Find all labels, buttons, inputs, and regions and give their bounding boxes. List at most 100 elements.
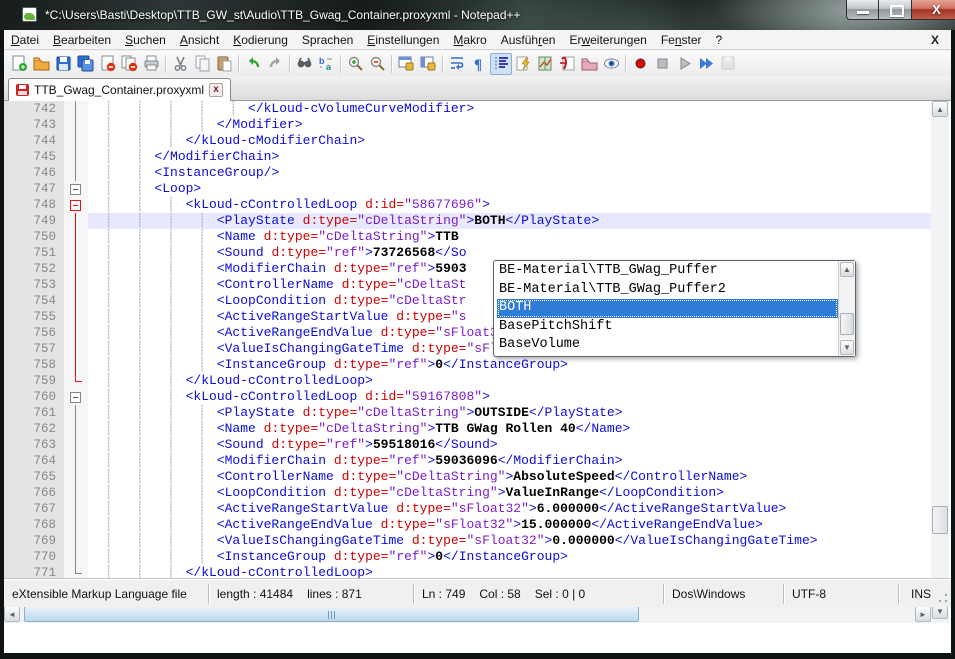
code-text[interactable]: <ValueIsChangingGateTime d:type="sFloat3… <box>88 533 931 549</box>
code-text[interactable]: <LoopCondition d:type="cDeltaString">Val… <box>88 485 931 501</box>
code-line-759[interactable]: 759 </kLoud-cControlledLoop> <box>4 373 931 389</box>
copy-icon[interactable] <box>191 53 213 75</box>
document-map-icon[interactable] <box>534 53 556 75</box>
code-text[interactable]: </kLoud-cModifierChain> <box>88 133 931 149</box>
open-folder-icon[interactable] <box>30 53 52 75</box>
autocomplete-list[interactable]: BE-Material\TTB_GWag_PufferBE-Material\T… <box>494 261 838 356</box>
code-text[interactable]: <InstanceGroup d:type="ref">0</InstanceG… <box>88 357 931 373</box>
autocomplete-scroll-thumb[interactable] <box>840 313 854 335</box>
code-text[interactable]: <ModifierChain d:type="ref">59036096</Mo… <box>88 453 931 469</box>
code-line-767[interactable]: 767 <ActiveRangeStartValue d:type="sFloa… <box>4 501 931 517</box>
autocomplete-item[interactable]: BE-Material\TTB_GWag_Puffer <box>497 262 838 281</box>
title-bar[interactable]: *C:\Users\Basti\Desktop\TTB_GW_st\Audio\… <box>0 0 955 30</box>
code-text[interactable]: <InstanceGroup/> <box>88 165 931 181</box>
restore-button[interactable] <box>879 0 912 20</box>
code-line-745[interactable]: 745 </ModifierChain> <box>4 149 931 165</box>
macro-record-icon[interactable] <box>629 53 651 75</box>
menu-item-fenster[interactable]: Fenster <box>654 30 709 50</box>
menu-item-ansicht[interactable]: Ansicht <box>173 30 226 50</box>
save-icon[interactable] <box>52 53 74 75</box>
code-line-743[interactable]: 743 </Modifier> <box>4 117 931 133</box>
scroll-right-icon[interactable]: ► <box>915 606 931 622</box>
status-eol-format[interactable]: Dos\Windows <box>664 584 784 604</box>
code-text[interactable]: </kLoud-cVolumeCurveModifier> <box>88 101 931 117</box>
code-text[interactable]: <PlayState d:type="cDeltaString">OUTSIDE… <box>88 405 931 421</box>
menu-item-suchen[interactable]: Suchen <box>118 30 173 50</box>
code-line-770[interactable]: 770 <InstanceGroup d:type="ref">0</Insta… <box>4 549 931 565</box>
autocomplete-item[interactable]: BOTH <box>497 299 838 318</box>
macro-save-icon[interactable] <box>717 53 739 75</box>
code-text[interactable]: <InstanceGroup d:type="ref">0</InstanceG… <box>88 549 931 565</box>
code-line-763[interactable]: 763 <Sound d:type="ref">59518016</Sound> <box>4 437 931 453</box>
code-line-765[interactable]: 765 <ControllerName d:type="cDeltaString… <box>4 469 931 485</box>
code-line-742[interactable]: 742 </kLoud-cVolumeCurveModifier> <box>4 101 931 117</box>
code-line-768[interactable]: 768 <ActiveRangeEndValue d:type="sFloat3… <box>4 517 931 533</box>
show-all-characters-icon[interactable]: ¶ <box>468 53 490 75</box>
code-line-751[interactable]: 751 <Sound d:type="ref">73726568</So <box>4 245 931 261</box>
code-line-749[interactable]: 749 <PlayState d:type="cDeltaString">BOT… <box>4 213 931 229</box>
code-line-747[interactable]: 747 <Loop> <box>4 181 931 197</box>
new-file-icon[interactable] <box>8 53 30 75</box>
code-line-766[interactable]: 766 <LoopCondition d:type="cDeltaString"… <box>4 485 931 501</box>
paste-icon[interactable] <box>213 53 235 75</box>
editor-pane[interactable]: 742 </kLoud-cVolumeCurveModifier>743 </M… <box>4 101 951 653</box>
code-line-746[interactable]: 746 <InstanceGroup/> <box>4 165 931 181</box>
code-line-762[interactable]: 762 <Name d:type="cDeltaString">TTB GWag… <box>4 421 931 437</box>
tab-active[interactable]: TTB_Gwag_Container.proxyxml x <box>8 78 231 101</box>
code-text[interactable]: <kLoud-cControlledLoop d:id="59167808"> <box>88 389 931 405</box>
menu-item-sprachen[interactable]: Sprachen <box>295 30 360 50</box>
autocomplete-dropdown[interactable]: BE-Material\TTB_GWag_PufferBE-Material\T… <box>493 260 856 357</box>
code-line-748[interactable]: 748 <kLoud-cControlledLoop d:id="5867769… <box>4 197 931 213</box>
resize-grip-icon[interactable] <box>937 592 949 604</box>
code-text[interactable]: <Loop> <box>88 181 931 197</box>
fold-collapse-icon[interactable] <box>70 200 81 211</box>
code-line-764[interactable]: 764 <ModifierChain d:type="ref">59036096… <box>4 453 931 469</box>
scroll-down-icon[interactable]: ▼ <box>840 340 854 355</box>
fold-collapse-icon[interactable] <box>70 392 81 403</box>
document-monitor-icon[interactable] <box>600 53 622 75</box>
code-text[interactable]: <Sound d:type="ref">59518016</Sound> <box>88 437 931 453</box>
code-line-769[interactable]: 769 <ValueIsChangingGateTime d:type="sFl… <box>4 533 931 549</box>
word-wrap-icon[interactable] <box>446 53 468 75</box>
undo-icon[interactable] <box>242 53 264 75</box>
autocomplete-item[interactable]: BaseVolume <box>497 336 838 355</box>
autocomplete-scrollbar[interactable]: ▲ ▼ <box>838 261 855 356</box>
menu-item-ausfhren[interactable]: Ausführen <box>494 30 563 50</box>
menu-item-kodierung[interactable]: Kodierung <box>226 30 295 50</box>
menu-item-?[interactable]: ? <box>709 30 730 50</box>
vertical-scroll-thumb[interactable] <box>932 506 948 534</box>
code-line-758[interactable]: 758 <InstanceGroup d:type="ref">0</Insta… <box>4 357 931 373</box>
sync-horizontal-icon[interactable] <box>417 53 439 75</box>
code-line-761[interactable]: 761 <PlayState d:type="cDeltaString">OUT… <box>4 405 931 421</box>
code-text[interactable]: <ControllerName d:type="cDeltaString">Ab… <box>88 469 931 485</box>
close-file-icon[interactable] <box>96 53 118 75</box>
code-text[interactable]: <Name d:type="cDeltaString">TTB <box>88 229 931 245</box>
status-encoding[interactable]: UTF-8 <box>784 584 899 604</box>
redo-icon[interactable] <box>264 53 286 75</box>
menu-item-bearbeiten[interactable]: Bearbeiten <box>46 30 118 50</box>
save-all-icon[interactable] <box>74 53 96 75</box>
find-icon[interactable] <box>293 53 315 75</box>
code-line-750[interactable]: 750 <Name d:type="cDeltaString">TTB <box>4 229 931 245</box>
autocomplete-item[interactable]: BasePitchShift <box>497 318 838 337</box>
indent-guide-icon[interactable] <box>490 53 512 75</box>
status-insert-mode[interactable]: INS <box>899 584 951 604</box>
macro-play-icon[interactable] <box>673 53 695 75</box>
code-line-744[interactable]: 744 </kLoud-cModifierChain> <box>4 133 931 149</box>
folder-as-workspace-icon[interactable] <box>578 53 600 75</box>
function-list-icon[interactable] <box>556 53 578 75</box>
menu-item-erweiterungen[interactable]: Erweiterungen <box>562 30 653 50</box>
menu-item-makro[interactable]: Makro <box>446 30 493 50</box>
code-text[interactable]: </kLoud-cControlledLoop> <box>88 373 931 389</box>
scroll-up-icon[interactable]: ▲ <box>840 262 854 277</box>
cut-icon[interactable] <box>169 53 191 75</box>
menu-item-datei[interactable]: Datei <box>4 30 46 50</box>
code-text[interactable]: </Modifier> <box>88 117 931 133</box>
fold-collapse-icon[interactable] <box>70 184 81 195</box>
code-text[interactable]: <PlayState d:type="cDeltaString">BOTH</P… <box>88 213 931 229</box>
code-text[interactable]: <ActiveRangeEndValue d:type="sFloat32">1… <box>88 517 931 533</box>
horizontal-scrollbar[interactable]: ◄ ► <box>4 605 931 623</box>
close-all-icon[interactable] <box>118 53 140 75</box>
vertical-scrollbar[interactable]: ▲ ▼ <box>931 101 949 619</box>
shortcut-mapper-icon[interactable] <box>512 53 534 75</box>
